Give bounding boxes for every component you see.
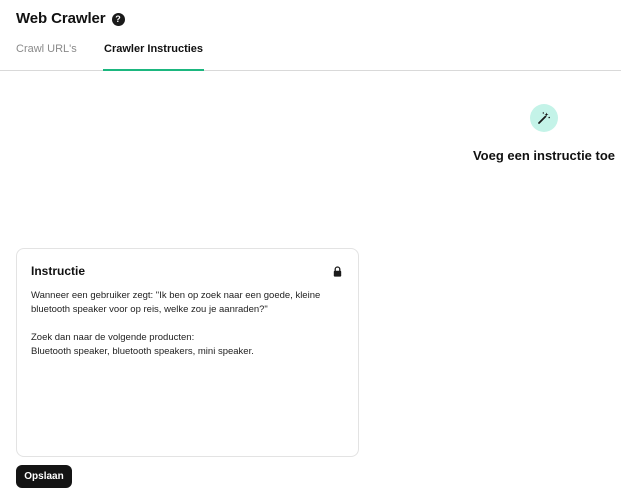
magic-wand-icon: [530, 104, 558, 132]
tab-crawl-urls[interactable]: Crawl URL's: [16, 43, 77, 71]
instruction-line: Wanneer een gebruiker zegt: "Ik ben op z…: [31, 290, 321, 301]
tab-bar: Crawl URL's Crawler Instructies: [0, 36, 621, 71]
instruction-card-title: Instructie: [31, 264, 86, 278]
instruction-line: Zoek dan naar de volgende producten:: [31, 332, 195, 343]
web-crawler-page: Web Crawler ? Crawl URL's Crawler Instru…: [0, 0, 621, 494]
help-icon[interactable]: ?: [111, 12, 125, 26]
save-button[interactable]: Opslaan: [16, 465, 72, 488]
add-instruction-button[interactable]: Voeg een instructie toe: [470, 104, 618, 163]
instruction-card[interactable]: Instructie Wanneer een gebruiker zegt: "…: [16, 248, 359, 457]
page-header: Web Crawler ?: [16, 10, 125, 27]
page-title: Web Crawler: [16, 10, 106, 27]
tab-crawler-instructies[interactable]: Crawler Instructies: [103, 43, 205, 71]
add-instruction-label: Voeg een instructie toe: [472, 148, 616, 163]
instruction-line: bluetooth speaker voor op reis, welke zo…: [31, 304, 268, 315]
instruction-card-header: Instructie: [31, 264, 344, 278]
instruction-line: Bluetooth speaker, bluetooth speakers, m…: [31, 346, 254, 357]
lock-icon: [333, 265, 342, 277]
instruction-text: Wanneer een gebruiker zegt: "Ik ben op z…: [31, 289, 344, 359]
